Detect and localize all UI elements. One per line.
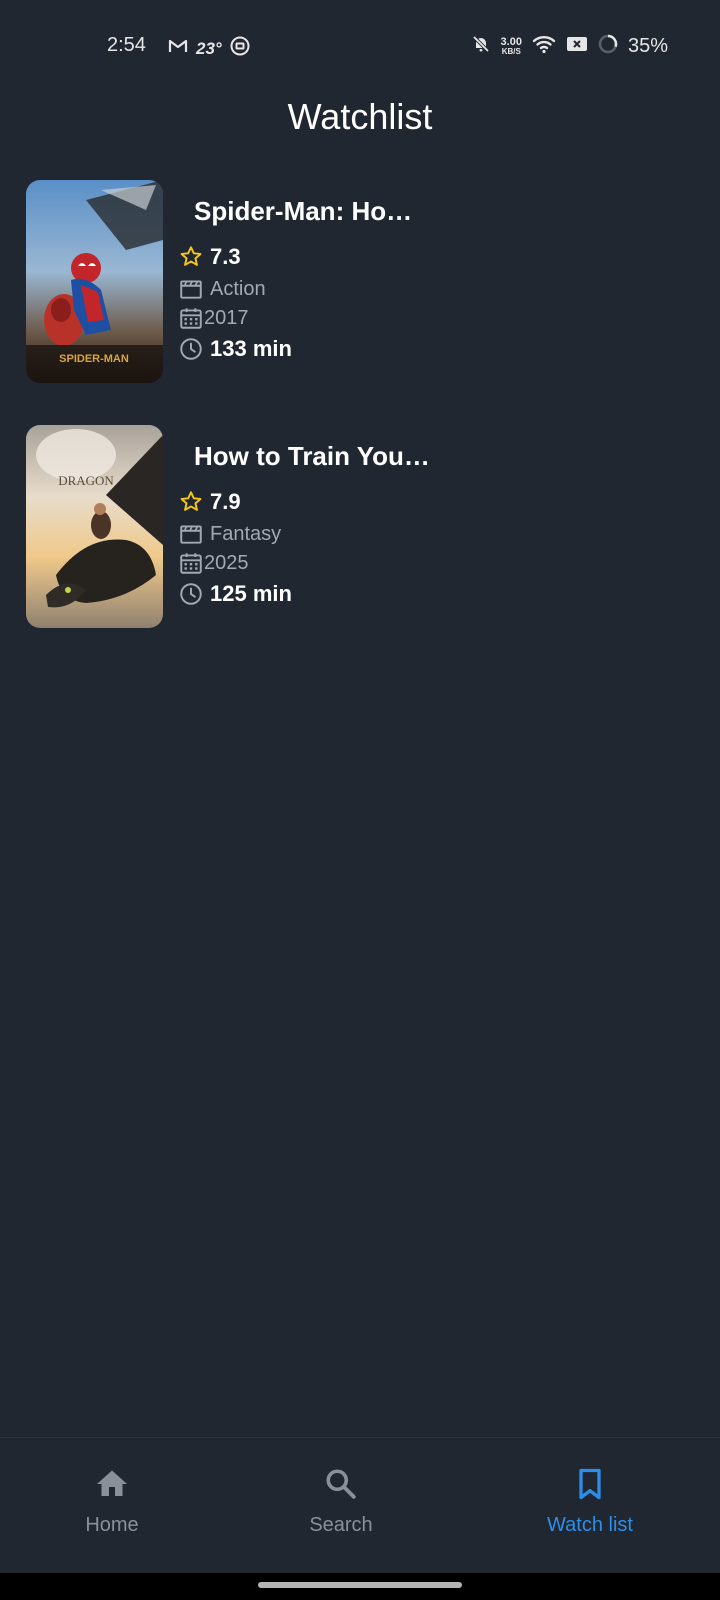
movie-card-how-to-train-your-dragon[interactable]: DRAGON How to Train You… 7.9 Fantasy 202… [26,423,706,629]
gmail-icon [168,38,188,59]
star-icon [178,489,204,515]
rating-row: 7.9 [178,489,241,515]
temperature-icon: 23° [196,38,222,58]
status-right-icons: 3.00 KB/S 35% [471,34,668,59]
runtime-row: 125 min [178,581,292,607]
nav-item-watchlist[interactable]: Watch list [510,1466,670,1537]
wifi-icon [532,34,556,59]
watchlist-list: SPIDER-MAN Spider-Man: Ho… 7.3 Action 20… [26,178,706,668]
bell-off-icon [471,34,491,59]
runtime-value: 133 min [210,336,292,361]
rating-row: 7.3 [178,244,241,270]
nav-item-search[interactable]: Search [261,1466,421,1537]
star-icon [178,244,204,270]
movie-poster[interactable]: SPIDER-MAN [26,180,163,383]
year-row: 2017 [178,305,249,331]
sim-off-icon [566,35,588,58]
calendar-icon [178,550,204,576]
year-value: 2017 [204,306,249,329]
status-time: 2:54 [107,34,146,56]
year-value: 2025 [204,551,249,574]
status-bar: 2:54 23° 3.00 KB/S 35% [0,0,720,96]
nav-label: Home [85,1514,139,1536]
poster-caption: DRAGON [58,473,114,488]
movie-title: How to Train You… [194,441,430,471]
network-speed: 3.00 KB/S [500,35,522,56]
home-icon [94,1466,130,1502]
rating-value: 7.3 [210,244,241,269]
status-left-icons: 23° [168,36,250,61]
search-icon [323,1466,359,1502]
system-gesture-area [0,1573,720,1600]
genre-value: Fantasy [210,522,282,545]
genre-row: Action [178,276,266,302]
movie-title: Spider-Man: Ho… [194,196,413,226]
nav-label: Search [309,1514,373,1536]
gesture-handle[interactable] [258,1582,462,1588]
clapperboard-icon [178,521,204,547]
clock-icon [178,336,204,362]
genre-row: Fantasy [178,521,281,547]
clock-icon [178,581,204,607]
poster-caption: SPIDER-MAN [59,353,129,365]
nav-label: Watch list [547,1514,633,1536]
clapperboard-icon [178,276,204,302]
genre-value: Action [210,277,266,300]
runtime-value: 125 min [210,581,292,606]
app-notification-icon [230,36,250,61]
runtime-row: 133 min [178,336,292,362]
rating-value: 7.9 [210,489,241,514]
page-title: Watchlist [287,96,433,137]
movie-card-spider-man[interactable]: SPIDER-MAN Spider-Man: Ho… 7.3 Action 20… [26,178,706,384]
year-row: 2025 [178,550,249,576]
battery-ring-icon [598,34,618,59]
battery-percent: 35% [627,35,668,57]
bottom-nav: Home Search Watch list [0,1437,720,1574]
bookmark-icon [572,1466,608,1502]
nav-item-home[interactable]: Home [32,1466,192,1537]
calendar-icon [178,305,204,331]
movie-poster[interactable]: DRAGON [26,425,163,628]
